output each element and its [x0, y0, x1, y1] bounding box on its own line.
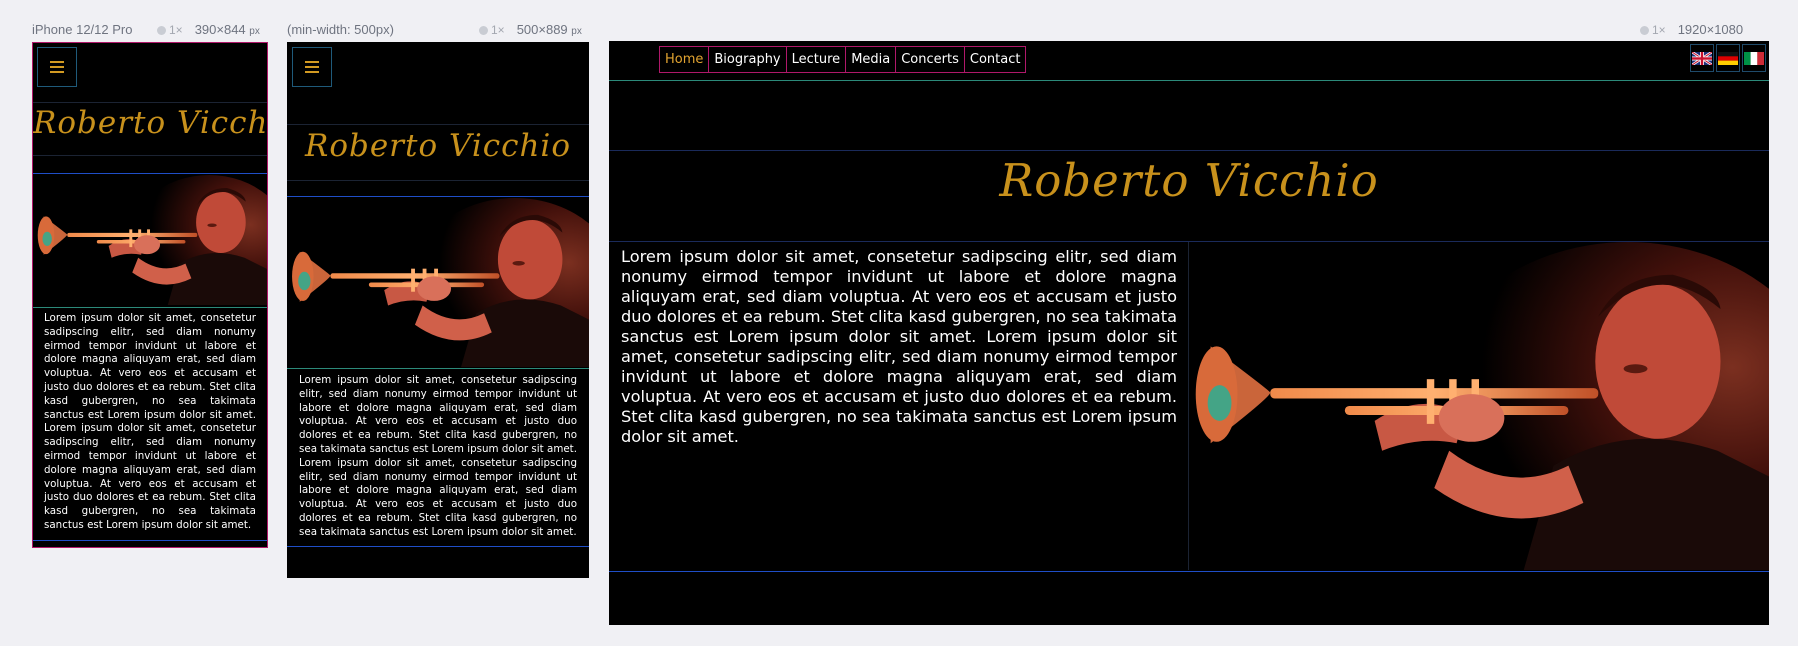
hamburger-menu-button[interactable] [292, 47, 332, 87]
viewport-scale: 1× [169, 23, 183, 37]
viewport-caption-tablet: (min-width: 500px) [287, 22, 394, 37]
divider [33, 307, 267, 308]
viewport-unit: px [571, 26, 582, 37]
intro-text: Lorem ipsum dolor sit amet, consetetur s… [44, 312, 256, 531]
divider [609, 150, 1769, 151]
viewport-size: 1920×1080 [1677, 22, 1744, 37]
hamburger-line-icon [50, 61, 64, 63]
english-flag-icon[interactable] [1690, 44, 1714, 72]
divider [287, 368, 589, 369]
intro-text: Lorem ipsum dolor sit amet, consetetur s… [621, 247, 1177, 446]
italian-flag-icon[interactable] [1742, 44, 1766, 72]
scale-dot-icon [1640, 26, 1649, 36]
hamburger-line-icon [50, 66, 64, 68]
hamburger-menu-button[interactable] [37, 47, 77, 87]
nav-concerts[interactable]: Concerts [896, 47, 965, 72]
site-signature-logo: Roberto Vicchio [999, 154, 1379, 207]
trumpeter-photo [1189, 242, 1769, 570]
viewport-size-tablet: 1× 500×889 px [479, 22, 582, 37]
divider [609, 571, 1769, 572]
divider [287, 124, 589, 125]
divider [287, 180, 589, 181]
nav-lecture[interactable]: Lecture [787, 47, 847, 72]
viewport-size-mobile: 1× 390×844 px [157, 22, 260, 37]
viewport-size-desktop: 1× 1920×1080 [1640, 22, 1743, 37]
nav-media[interactable]: Media [846, 47, 897, 72]
nav-contact[interactable]: Contact [965, 47, 1026, 72]
viewport-scale: 1× [491, 23, 505, 37]
viewport-scale: 1× [1652, 23, 1666, 37]
mobile-preview: Roberto Vicchio Lorem ipsum dolor sit am… [32, 42, 268, 548]
scale-dot-icon [479, 26, 488, 36]
viewport-unit: px [249, 26, 260, 37]
language-switcher [1690, 44, 1766, 72]
divider [33, 173, 267, 174]
intro-text: Lorem ipsum dolor sit amet, consetetur s… [299, 374, 577, 538]
desktop-preview: Home Biography Lecture Media Concerts Co… [609, 41, 1769, 625]
hamburger-line-icon [305, 66, 319, 68]
hamburger-line-icon [305, 61, 319, 63]
trumpeter-photo [33, 175, 267, 305]
viewport-caption-mobile: iPhone 12/12 Pro [32, 22, 132, 37]
tablet-preview: Roberto Vicchio Lorem ipsum dolor sit am… [287, 42, 589, 578]
divider [609, 80, 1769, 81]
viewport-name: (min-width: 500px) [287, 22, 394, 37]
viewport-name: iPhone 12/12 Pro [32, 22, 133, 37]
german-flag-icon[interactable] [1716, 44, 1740, 72]
nav-home[interactable]: Home [660, 47, 710, 72]
main-nav: Home Biography Lecture Media Concerts Co… [659, 46, 1027, 73]
divider [33, 540, 267, 541]
divider [33, 102, 267, 103]
trumpeter-photo [287, 198, 589, 367]
divider [287, 196, 589, 197]
nav-biography[interactable]: Biography [709, 47, 787, 72]
hamburger-line-icon [305, 71, 319, 73]
divider [33, 155, 267, 156]
viewport-size: 500×889 [516, 22, 568, 37]
viewport-size: 390×844 [194, 22, 246, 37]
site-signature-logo: Roberto Vicchio [33, 105, 268, 141]
divider [287, 546, 589, 547]
hamburger-line-icon [50, 71, 64, 73]
site-signature-logo: Roberto Vicchio [304, 128, 571, 164]
scale-dot-icon [157, 26, 166, 36]
